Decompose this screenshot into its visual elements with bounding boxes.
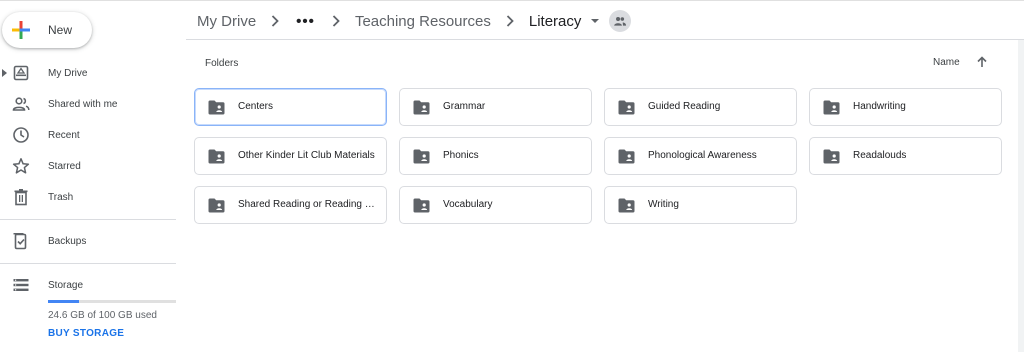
- buy-storage-link[interactable]: BUY STORAGE: [48, 328, 124, 339]
- folder-item[interactable]: Grammar: [399, 88, 592, 126]
- sidebar-item-shared-with-me[interactable]: Shared with me: [0, 90, 186, 118]
- folder-name: Vocabulary: [443, 199, 493, 210]
- shared-folder-icon: [823, 149, 840, 164]
- file-list: Folders Name Centers Grammar Guided Read…: [186, 40, 1024, 352]
- folder-item[interactable]: Guided Reading: [604, 88, 797, 126]
- folder-item[interactable]: Phonological Awareness: [604, 137, 797, 175]
- chevron-right-icon: [332, 15, 340, 27]
- sidebar-item-label: Recent: [48, 129, 80, 141]
- folder-name: Writing: [648, 199, 679, 210]
- arrow-up-icon[interactable]: [975, 55, 989, 69]
- sidebar-item-my-drive[interactable]: My Drive: [0, 59, 186, 87]
- storage-icon: [13, 279, 29, 291]
- breadcrumb-more-button[interactable]: •••: [292, 13, 319, 30]
- sidebar-item-trash[interactable]: Trash: [0, 183, 186, 211]
- folder-name: Shared Reading or Reading W...: [238, 199, 378, 210]
- shared-folder-icon: [413, 149, 430, 164]
- folder-item[interactable]: Centers: [194, 88, 387, 126]
- breadcrumb: My Drive ••• Teaching Resources Literacy: [195, 10, 632, 32]
- sidebar-divider: [0, 219, 176, 220]
- folder-name: Phonological Awareness: [648, 150, 757, 161]
- shared-people-icon: [614, 17, 627, 26]
- folder-item[interactable]: Vocabulary: [399, 186, 592, 224]
- breadcrumb-my-drive[interactable]: My Drive: [195, 13, 258, 30]
- folder-item[interactable]: Writing: [604, 186, 797, 224]
- folder-menu-caret-icon[interactable]: [591, 19, 600, 23]
- sidebar-divider: [0, 263, 176, 264]
- sidebar-item-label: Storage: [48, 279, 84, 291]
- folder-name: Phonics: [443, 150, 479, 161]
- my-drive-icon: [13, 65, 29, 81]
- backup-icon: [13, 233, 27, 250]
- sidebar: New My Drive Shared with me Recent Starr…: [0, 0, 186, 352]
- folder-name: Readalouds: [853, 150, 907, 161]
- shared-folder-badge[interactable]: [609, 10, 632, 32]
- shared-folder-icon: [208, 198, 225, 213]
- shared-folder-icon: [413, 198, 430, 213]
- sidebar-item-label: Shared with me: [48, 98, 118, 110]
- expand-caret-icon[interactable]: [2, 69, 7, 77]
- scrollbar-track[interactable]: [1018, 40, 1024, 352]
- star-icon: [12, 158, 30, 174]
- clock-icon: [13, 127, 29, 143]
- folder-item[interactable]: Handwriting: [809, 88, 1002, 126]
- folder-name: Handwriting: [853, 101, 906, 112]
- plus-icon: [12, 21, 30, 39]
- sidebar-item-recent[interactable]: Recent: [0, 121, 186, 149]
- breadcrumb-current-folder[interactable]: Literacy: [527, 13, 584, 30]
- storage-progress-bar: [48, 300, 176, 303]
- shared-folder-icon: [823, 100, 840, 115]
- storage-used-text: 24.6 GB of 100 GB used: [48, 310, 157, 321]
- sidebar-item-label: Starred: [48, 160, 81, 172]
- shared-folder-icon: [208, 100, 225, 115]
- shared-people-icon: [12, 97, 30, 111]
- folder-item[interactable]: Shared Reading or Reading W...: [194, 186, 387, 224]
- folder-name: Grammar: [443, 101, 486, 112]
- shared-folder-icon: [413, 100, 430, 115]
- folder-name: Centers: [238, 101, 274, 112]
- sidebar-item-backups[interactable]: Backups: [0, 227, 186, 255]
- folder-name: Guided Reading: [648, 101, 721, 112]
- header: My Drive ••• Teaching Resources Literacy: [186, 0, 1024, 40]
- folder-item[interactable]: Phonics: [399, 137, 592, 175]
- sort-by-name-button[interactable]: Name: [933, 57, 960, 68]
- sidebar-item-storage[interactable]: Storage: [0, 271, 186, 299]
- shared-folder-icon: [618, 149, 635, 164]
- chevron-right-icon: [272, 15, 279, 27]
- shared-folder-icon: [208, 149, 225, 164]
- folder-item[interactable]: Readalouds: [809, 137, 1002, 175]
- new-button-label: New: [48, 23, 73, 37]
- sidebar-item-label: My Drive: [48, 67, 88, 79]
- storage-progress-fill: [48, 300, 80, 303]
- sidebar-item-starred[interactable]: Starred: [0, 152, 186, 180]
- sidebar-item-label: Backups: [48, 235, 87, 247]
- new-button[interactable]: New: [2, 12, 92, 48]
- chevron-right-icon: [506, 15, 514, 27]
- shared-folder-icon: [618, 198, 635, 213]
- sidebar-item-label: Trash: [48, 191, 74, 203]
- folder-item[interactable]: Other Kinder Lit Club Materials: [194, 137, 387, 175]
- trash-icon: [14, 189, 28, 206]
- folders-section-title: Folders: [205, 58, 239, 69]
- shared-folder-icon: [618, 100, 635, 115]
- folder-name: Other Kinder Lit Club Materials: [238, 150, 375, 161]
- breadcrumb-teaching-resources[interactable]: Teaching Resources: [353, 13, 493, 30]
